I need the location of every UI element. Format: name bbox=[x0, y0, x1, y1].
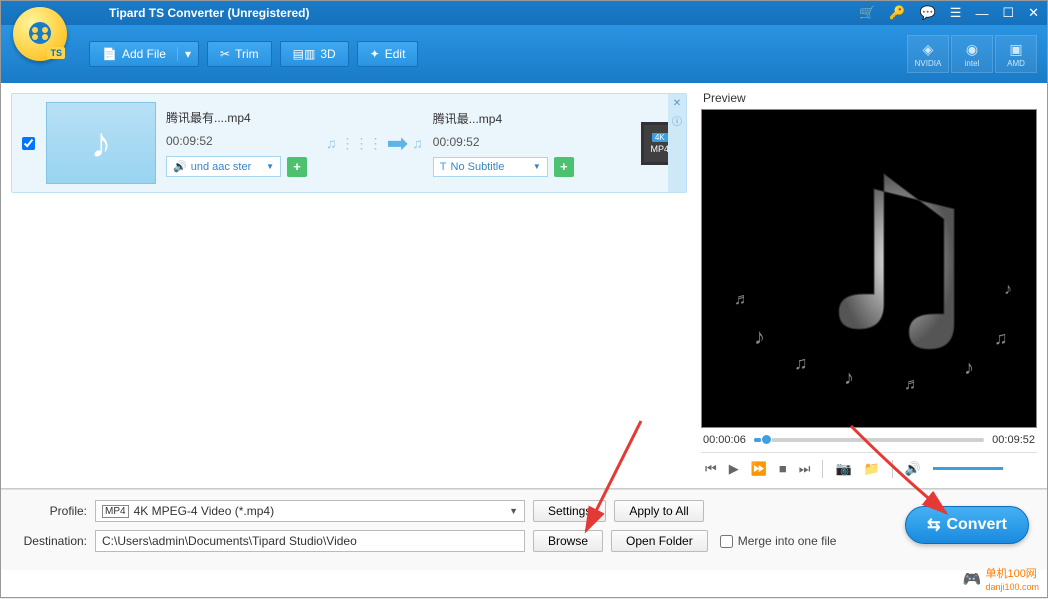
edit-button[interactable]: ✦ Edit bbox=[357, 41, 419, 67]
chevron-down-icon: ▼ bbox=[266, 162, 274, 171]
profile-label: Profile: bbox=[15, 504, 87, 518]
row-info-icon[interactable]: ⓘ bbox=[672, 113, 682, 128]
settings-button[interactable]: Settings bbox=[533, 500, 606, 522]
gamepad-icon: 🎮 bbox=[963, 570, 982, 588]
app-logo: TS bbox=[13, 7, 67, 61]
convert-button[interactable]: ⇆ Convert bbox=[905, 506, 1029, 544]
watermark: 🎮 单机100网danji100.com bbox=[963, 565, 1039, 593]
merge-checkbox[interactable]: Merge into one file bbox=[720, 534, 837, 548]
close-icon[interactable]: ✕ bbox=[1028, 5, 1039, 21]
browse-button[interactable]: Browse bbox=[533, 530, 603, 552]
minimize-icon[interactable]: — bbox=[975, 6, 988, 21]
amd-badge[interactable]: ▣AMD bbox=[995, 35, 1037, 73]
next-icon[interactable]: ⏭ bbox=[799, 461, 811, 477]
window-title: Tipard TS Converter (Unregistered) bbox=[9, 6, 859, 20]
plus-file-icon: 📄 bbox=[102, 47, 117, 61]
svg-text:♬: ♬ bbox=[904, 376, 920, 393]
trim-button[interactable]: ✂ Trim bbox=[207, 41, 272, 67]
total-time: 00:09:52 bbox=[992, 434, 1035, 446]
conversion-arrow: ♫⋮⋮⋮➡♫ bbox=[326, 128, 423, 159]
message-icon[interactable]: 💬 bbox=[920, 5, 936, 21]
audio-track-dropdown[interactable]: 🔊 und aac ster ▼ bbox=[166, 156, 281, 177]
apply-all-button[interactable]: Apply to All bbox=[614, 500, 703, 522]
svg-text:♪: ♪ bbox=[1004, 281, 1012, 298]
chevron-down-icon: ▼ bbox=[509, 506, 518, 516]
file-checkbox[interactable] bbox=[22, 137, 35, 150]
add-subtitle-button[interactable]: + bbox=[554, 157, 574, 177]
menu-icon[interactable]: ☰ bbox=[950, 5, 962, 21]
preview-area: ♪ ♫ ♪ ♬ ♪ ♫ ♬ ♪ bbox=[701, 109, 1037, 428]
destination-label: Destination: bbox=[15, 534, 87, 548]
source-filename: 腾讯最有....mp4 bbox=[166, 109, 316, 126]
cart-icon[interactable]: 🛒 bbox=[859, 5, 875, 21]
key-icon[interactable]: 🔑 bbox=[889, 5, 905, 21]
stop-icon[interactable]: ■ bbox=[779, 461, 787, 476]
dest-duration: 00:09:52 bbox=[433, 135, 583, 149]
add-file-button[interactable]: 📄 Add File ▾ bbox=[89, 41, 199, 67]
file-thumbnail: ♪ bbox=[46, 102, 156, 184]
add-audio-button[interactable]: + bbox=[287, 157, 307, 177]
volume-icon[interactable]: 🔊 bbox=[905, 461, 921, 477]
play-icon[interactable]: ▶ bbox=[729, 461, 739, 477]
scissors-icon: ✂ bbox=[220, 47, 230, 61]
mp4-icon: MP4 bbox=[102, 505, 129, 518]
dest-filename: 腾讯最...mp4 bbox=[433, 110, 583, 127]
subtitle-dropdown[interactable]: T No Subtitle ▼ bbox=[433, 157, 548, 177]
add-file-dropdown-icon[interactable]: ▾ bbox=[177, 47, 198, 61]
subtitle-icon: T bbox=[440, 161, 447, 173]
open-folder-button[interactable]: Open Folder bbox=[611, 530, 708, 552]
file-row[interactable]: ♪ 腾讯最有....mp4 00:09:52 🔊 und aac ster ▼ … bbox=[11, 93, 687, 193]
folder-icon[interactable]: 📁 bbox=[864, 461, 880, 477]
svg-text:♬: ♬ bbox=[734, 291, 750, 308]
svg-text:♫: ♫ bbox=[994, 328, 1008, 348]
row-close-icon[interactable]: ✕ bbox=[673, 98, 681, 109]
nvidia-icon: ◈ bbox=[923, 41, 934, 58]
intel-badge[interactable]: ◉intel bbox=[951, 35, 993, 73]
nvidia-badge[interactable]: ◈NVIDIA bbox=[907, 35, 949, 73]
amd-icon: ▣ bbox=[1009, 41, 1022, 58]
prev-icon[interactable]: ⏮ bbox=[705, 461, 717, 477]
wand-icon: ✦ bbox=[370, 47, 380, 61]
intel-icon: ◉ bbox=[966, 41, 978, 58]
volume-slider[interactable] bbox=[933, 467, 1003, 470]
3d-icon: ▤▥ bbox=[293, 47, 316, 61]
fast-forward-icon[interactable]: ⏩ bbox=[751, 461, 767, 477]
chevron-down-icon: ▼ bbox=[533, 162, 541, 171]
maximize-icon[interactable]: ☐ bbox=[1002, 5, 1014, 21]
snapshot-icon[interactable]: 📷 bbox=[835, 461, 851, 477]
destination-field[interactable]: C:\Users\admin\Documents\Tipard Studio\V… bbox=[95, 530, 525, 552]
svg-text:♪: ♪ bbox=[754, 324, 765, 349]
current-time: 00:00:06 bbox=[703, 434, 746, 446]
source-duration: 00:09:52 bbox=[166, 134, 316, 148]
seek-slider[interactable] bbox=[754, 438, 984, 442]
svg-text:♪: ♪ bbox=[964, 357, 974, 379]
3d-button[interactable]: ▤▥ 3D bbox=[280, 41, 349, 67]
svg-text:♪: ♪ bbox=[844, 367, 854, 389]
svg-text:♫: ♫ bbox=[794, 353, 808, 373]
profile-dropdown[interactable]: MP4 4K MPEG-4 Video (*.mp4) ▼ bbox=[95, 500, 525, 522]
speaker-icon: 🔊 bbox=[173, 160, 187, 173]
preview-label: Preview bbox=[701, 89, 1037, 109]
convert-arrows-icon: ⇆ bbox=[927, 515, 940, 535]
